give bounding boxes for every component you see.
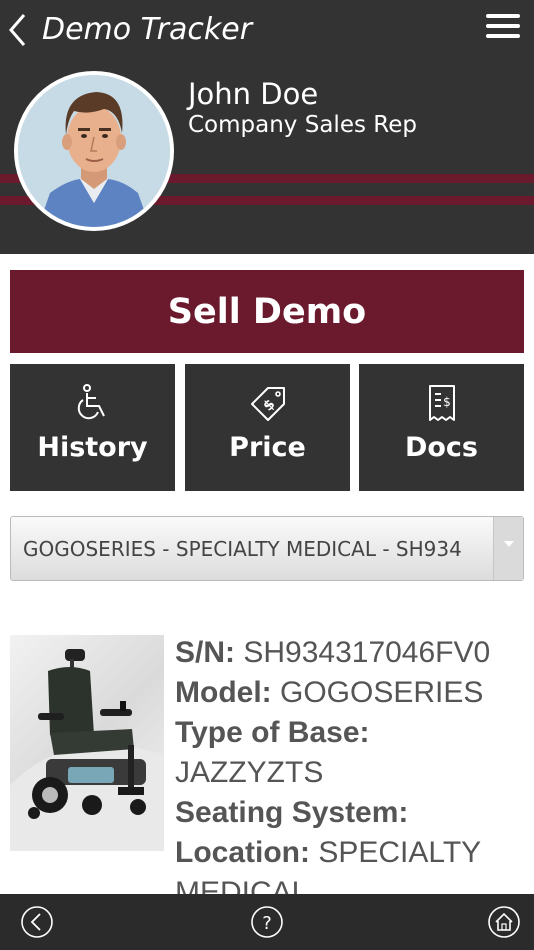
dropdown-arrow-icon[interactable] — [493, 517, 523, 580]
docs-button[interactable]: $ Docs — [359, 364, 524, 491]
history-label: History — [37, 432, 148, 463]
power-wheelchair-icon — [10, 649, 164, 851]
price-button[interactable]: $ Price — [185, 364, 350, 491]
serial-number-row: S/N: SH934317046FV0 — [175, 636, 491, 669]
home-icon — [488, 906, 520, 938]
app-title: Demo Tracker — [42, 12, 253, 47]
back-circle-icon — [21, 906, 53, 938]
help-icon: ? — [251, 906, 283, 938]
wheelchair-icon — [77, 384, 105, 420]
product-details: S/N: SH934317046FV0 Model: GOGOSERIES Ty… — [175, 633, 525, 913]
svg-text:?: ? — [262, 913, 272, 934]
footer-bar: ? — [0, 894, 534, 950]
demo-unit-select-value: GOGOSERIES - SPECIALTY MEDICAL - SH934 — [23, 537, 462, 561]
receipt-icon: $ — [428, 385, 455, 421]
chevron-left-icon — [9, 14, 26, 46]
user-role: Company Sales Rep — [188, 112, 417, 138]
model-row: Model: GOGOSERIES — [175, 676, 484, 709]
demo-unit-select[interactable]: GOGOSERIES - SPECIALTY MEDICAL - SH934 — [10, 516, 524, 581]
avatar[interactable] — [14, 71, 174, 231]
user-portrait-icon — [18, 75, 170, 227]
history-button[interactable]: History — [10, 364, 175, 491]
docs-label: Docs — [404, 432, 479, 463]
user-name: John Doe — [188, 77, 319, 111]
price-label: Price — [229, 432, 306, 463]
seating-system-row: Seating System: — [175, 796, 409, 829]
product-image — [10, 635, 164, 851]
hamburger-menu-icon[interactable] — [486, 14, 520, 44]
footer-home-button[interactable] — [487, 905, 521, 939]
footer-help-button[interactable]: ? — [250, 905, 284, 939]
price-tag-icon: $ — [250, 387, 285, 421]
footer-back-button[interactable] — [20, 905, 54, 939]
app-header: Demo Tracker John Doe Company Sales Rep — [0, 0, 534, 254]
back-button[interactable] — [4, 10, 34, 50]
base-type-row: Type of Base: JAZZYZTS — [175, 716, 370, 789]
sell-demo-button[interactable]: Sell Demo — [10, 270, 524, 353]
svg-text:$: $ — [443, 395, 451, 409]
